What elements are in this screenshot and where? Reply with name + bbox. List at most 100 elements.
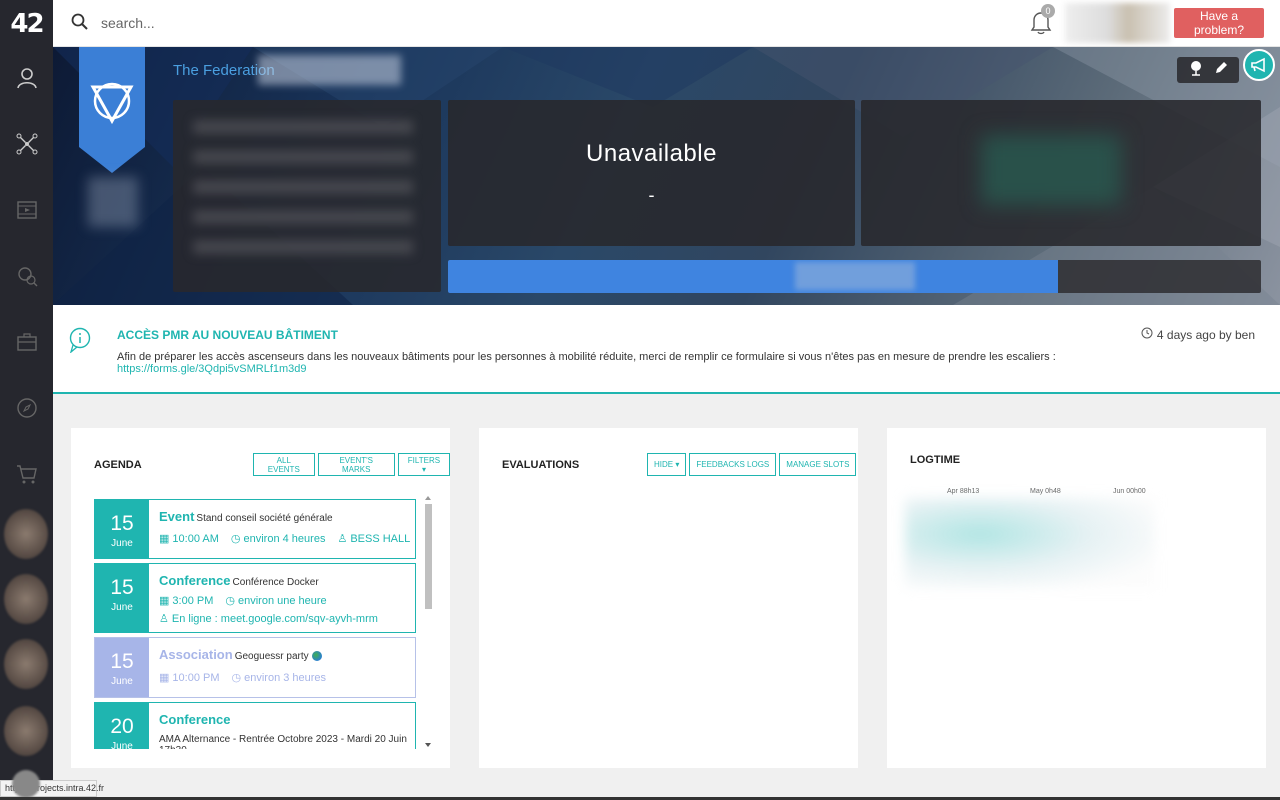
event-type-label: Conference (159, 712, 231, 727)
avatar[interactable] (4, 574, 48, 624)
evaluations-title: EVALUATIONS (502, 459, 580, 471)
info-icon (69, 327, 91, 358)
profile-banner: The Federation Unavailable - (53, 47, 1280, 305)
agenda-list: 15 June Event Stand conseil société génér… (94, 499, 416, 749)
all-events-button[interactable]: ALL EVENTS (253, 453, 315, 476)
edit-icon[interactable] (1214, 61, 1228, 80)
event-date: 15 June (95, 638, 149, 697)
location-icon: ♙ (159, 613, 169, 625)
event-duration-text: environ 3 heures (244, 671, 327, 684)
profile-icon[interactable] (13, 64, 41, 92)
event-type-label: Conference (159, 573, 231, 588)
filters-button[interactable]: FILTERS ▾ (397, 453, 450, 476)
agenda-event[interactable]: 15 June Conference Conférence Docker ▦ 3:0… (94, 563, 416, 633)
compass-icon[interactable] (13, 394, 41, 422)
clock-icon (1141, 327, 1153, 342)
agenda-panel: AGENDA ALL EVENTS EVENT'S MARKS FILTERS … (71, 428, 450, 768)
sidebar: 42 (0, 0, 53, 800)
clock-icon: ◷ (225, 595, 235, 607)
user-name-redacted (258, 55, 401, 85)
event-month: June (111, 538, 133, 549)
event-meta: ▦ 10:00 AM ◷ environ 4 heures ♙ BESS HALL (159, 532, 411, 546)
event-time-text: 10:00 AM (172, 532, 219, 545)
event-type: Conference Conférence Docker (159, 573, 319, 588)
logtime-panel: LOGTIME Apr 88h13 May 0h48 Jun 00h00 (887, 428, 1266, 768)
agenda-event[interactable]: 20 June Conference AMA Alternance - Rent… (94, 702, 416, 749)
event-day: 15 (110, 650, 134, 673)
scroll-thumb[interactable] (425, 504, 432, 609)
logtime-title: LOGTIME (910, 454, 961, 466)
location-icon: ♙ (337, 533, 348, 545)
event-name: AMA Alternance - Rentrée Octobre 2023 - … (159, 734, 407, 749)
event-meta: ▦ 3:00 PM ◷ environ une heure (159, 594, 327, 608)
event-date: 20 June (95, 703, 149, 749)
event-name: Conférence Docker (232, 577, 319, 588)
location-pin-icon[interactable] (1189, 60, 1203, 81)
video-icon[interactable] (13, 196, 41, 224)
event-duration: ◷ environ 4 heures (230, 532, 326, 546)
announcement: ACCÈS PMR AU NOUVEAU BÂTIMENT Afin de pr… (53, 305, 1280, 394)
login-redacted (88, 177, 138, 227)
clock-icon: ◷ (230, 533, 241, 545)
coalition-info-redacted (981, 135, 1121, 205)
level-progress-bar (448, 260, 1261, 293)
event-type: Association Geoguessr party (159, 647, 322, 662)
megaphone-icon[interactable] (1243, 49, 1275, 81)
level-progress-fill (448, 260, 1058, 293)
event-time-text: 3:00 PM (172, 594, 214, 607)
clock-icon: ◷ (231, 672, 242, 684)
manage-slots-button[interactable]: MANAGE SLOTS (779, 453, 857, 476)
event-date: 15 June (95, 564, 149, 632)
hide-button[interactable]: HIDE ▾ (647, 453, 687, 476)
search-input[interactable] (101, 12, 401, 34)
avatar[interactable] (4, 639, 48, 689)
coalition-flag-icon (79, 47, 145, 173)
event-marks-button[interactable]: EVENT'S MARKS (317, 453, 395, 476)
location-card: Unavailable - (448, 100, 855, 246)
event-time: ▦ 10:00 PM (159, 671, 220, 685)
evaluations-buttons: HIDE ▾ FEEDBACKS LOGS MANAGE SLOTS (647, 453, 857, 476)
avatar[interactable] (4, 509, 48, 559)
avatar[interactable] (12, 770, 40, 798)
event-duration-text: environ 4 heures (243, 532, 326, 545)
search-forum-icon[interactable] (13, 262, 41, 290)
network-icon[interactable] (13, 130, 41, 158)
event-time-text: 10:00 PM (172, 671, 220, 684)
event-name-row: AMA Alternance - Rentrée Octobre 2023 - … (159, 734, 415, 749)
agenda-event[interactable]: 15 June Association Geoguessr party ▦ 10:0… (94, 637, 416, 698)
event-meta: ▦ 10:00 PM ◷ environ 3 heures (159, 671, 327, 685)
event-type-label: Event (159, 509, 195, 524)
logtime-month-label: May 0h48 (1030, 488, 1061, 495)
event-time: ▦ 3:00 PM (159, 594, 214, 608)
event-month: June (111, 602, 133, 613)
event-time: ▦ 10:00 AM (159, 532, 219, 546)
topbar: 0 Have a problem? (53, 0, 1280, 47)
agenda-scrollbar[interactable] (423, 494, 433, 749)
announcement-body: Afin de préparer les accès ascenseurs da… (117, 351, 1056, 363)
event-name: Geoguessr party (234, 651, 309, 662)
agenda-title: AGENDA (94, 459, 142, 471)
logtime-month-label: Apr 88h13 (947, 488, 980, 495)
have-a-problem-button[interactable]: Have a problem? (1174, 8, 1264, 38)
feedbacks-logs-button[interactable]: FEEDBACKS LOGS (689, 453, 777, 476)
logtime-heatmap-redacted (905, 498, 1155, 588)
agenda-event[interactable]: 15 June Event Stand conseil société génér… (94, 499, 416, 559)
user-info-redacted (193, 120, 413, 270)
logo-42[interactable]: 42 (0, 0, 53, 47)
event-location-row: ♙ En ligne : meet.google.com/sqv-ayvh-mrm (159, 612, 378, 626)
event-month: June (111, 741, 133, 749)
announcement-time-text: 4 days ago by ben (1156, 327, 1255, 342)
search-icon[interactable] (71, 13, 89, 36)
announcement-time: 4 days ago by ben (1141, 327, 1255, 342)
user-menu[interactable] (1065, 3, 1170, 43)
event-duration: ◷ environ une heure (225, 594, 326, 608)
event-location-text[interactable]: En ligne : meet.google.com/sqv-ayvh-mrm (172, 613, 378, 625)
briefcase-icon[interactable] (13, 328, 41, 356)
announcement-link[interactable]: https://forms.gle/3Qdpi5vSMRLf1m3d9 (117, 363, 307, 375)
event-location-text: BESS HALL (350, 532, 411, 545)
event-location: ♙ BESS HALL (337, 532, 411, 546)
cart-icon[interactable] (13, 460, 41, 488)
avatar[interactable] (4, 706, 48, 756)
location-sub: - (648, 185, 655, 205)
user-info-card (173, 100, 441, 292)
